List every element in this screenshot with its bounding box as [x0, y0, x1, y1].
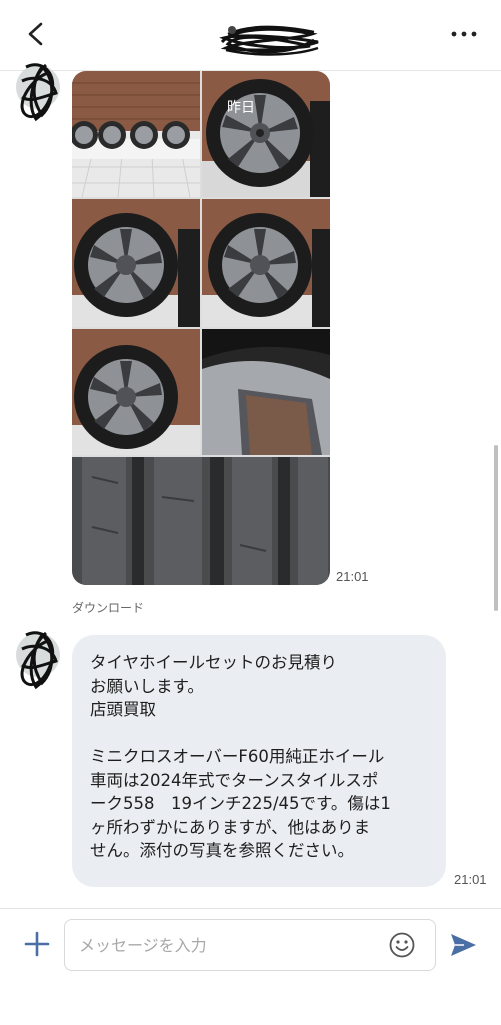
- send-icon: [451, 934, 476, 956]
- message-text: タイヤホイールセットのお見積り お願いします。 店頭買取 ミニクロスオーバーF6…: [90, 653, 391, 860]
- scrollbar[interactable]: [494, 445, 498, 611]
- photo-album[interactable]: 昨日: [72, 71, 330, 585]
- contact-avatar[interactable]: [12, 57, 64, 129]
- message-list[interactable]: 昨日 21:01 ダウンロード タイヤホイールセットのお見積り お願いします。 …: [0, 63, 501, 909]
- download-link[interactable]: ダウンロード: [72, 599, 144, 616]
- chat-header: [0, 0, 501, 71]
- chevron-left-icon: [28, 22, 43, 46]
- photo-2-overlay-text: 昨日: [227, 100, 255, 116]
- message-composer: [0, 908, 501, 1025]
- attach-button[interactable]: [22, 929, 52, 959]
- emoji-smile-icon: [389, 932, 415, 958]
- more-options-button[interactable]: [449, 22, 479, 46]
- message-bubble[interactable]: タイヤホイールセットのお見積り お願いします。 店頭買取 ミニクロスオーバーF6…: [72, 635, 446, 887]
- redacted-contact-name: [219, 25, 319, 56]
- contact-avatar[interactable]: [12, 623, 64, 695]
- photo-4[interactable]: [202, 199, 330, 327]
- emoji-button[interactable]: [388, 931, 416, 959]
- photo-3[interactable]: [72, 199, 200, 327]
- send-button[interactable]: [448, 931, 478, 959]
- photo-1[interactable]: [72, 71, 200, 197]
- photo-5[interactable]: [72, 329, 200, 455]
- message-input[interactable]: [64, 919, 436, 971]
- photo-6[interactable]: [202, 329, 330, 455]
- plus-icon: [24, 931, 50, 957]
- photo-album-timestamp: 21:01: [336, 569, 369, 584]
- back-button[interactable]: [22, 18, 52, 50]
- more-horizontal-icon: [451, 31, 477, 37]
- photo-2[interactable]: [202, 71, 330, 197]
- photo-7[interactable]: [72, 457, 330, 585]
- message-timestamp: 21:01: [454, 872, 487, 887]
